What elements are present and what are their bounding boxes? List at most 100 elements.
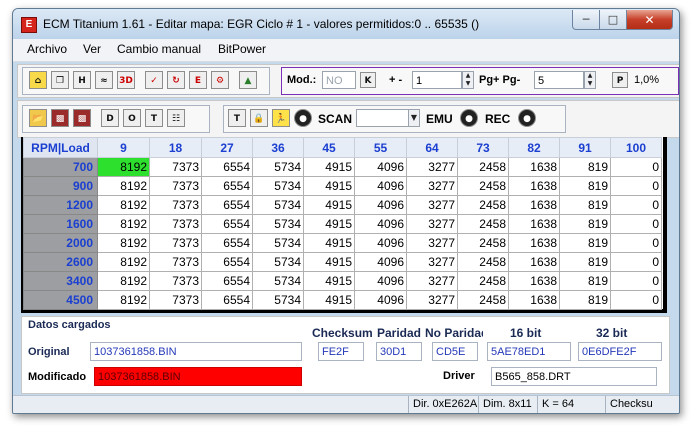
checksum-field[interactable]: FE2F <box>318 342 364 361</box>
map-cell[interactable]: 5734 <box>252 157 304 177</box>
map-cell[interactable]: 819 <box>559 176 611 196</box>
bit16-field[interactable]: 5AE78ED1 <box>487 342 571 361</box>
map-cell[interactable]: 3277 <box>406 195 458 215</box>
text-icon[interactable]: T <box>145 109 163 127</box>
map-cell[interactable]: 6554 <box>201 157 253 177</box>
map-cell[interactable]: 4915 <box>303 157 355 177</box>
map-cell[interactable]: 0 <box>610 157 662 177</box>
map-cell[interactable]: 1638 <box>508 157 560 177</box>
save-icon[interactable]: ▩ <box>51 109 69 127</box>
map-cell[interactable]: 3277 <box>406 214 458 234</box>
map-cell[interactable]: 4096 <box>354 214 407 234</box>
windows-icon[interactable]: ❐ <box>51 71 69 89</box>
mod-field[interactable]: NO <box>322 71 356 89</box>
home-icon[interactable]: ⌂ <box>29 71 47 89</box>
minimize-button[interactable]: ─ <box>572 10 600 30</box>
load-header[interactable]: 36 <box>252 137 304 158</box>
original-icon[interactable]: O <box>123 109 141 127</box>
map-cell[interactable]: 4915 <box>303 271 355 291</box>
map-cell[interactable]: 0 <box>610 176 662 196</box>
map-cell[interactable]: 819 <box>559 290 611 310</box>
map-cell[interactable]: 5734 <box>252 233 304 253</box>
menu-archivo[interactable]: Archivo <box>27 42 67 56</box>
maximize-button[interactable]: □ <box>599 10 627 30</box>
map-cell[interactable]: 6554 <box>201 195 253 215</box>
tools-icon[interactable]: ⚙ <box>211 71 229 89</box>
map-cell[interactable]: 8192 <box>97 157 150 177</box>
map-cell[interactable]: 8192 <box>97 252 150 272</box>
map-cell[interactable]: 1638 <box>508 252 560 272</box>
map-cell[interactable]: 7373 <box>149 195 202 215</box>
rpm-row-header[interactable]: 900 <box>23 176 98 196</box>
bit32-field[interactable]: 0E6DFE2F <box>578 342 662 361</box>
map-cell[interactable]: 4915 <box>303 176 355 196</box>
rpm-row-header[interactable]: 3400 <box>23 271 98 291</box>
map-cell[interactable]: 6554 <box>201 214 253 234</box>
reset-icon[interactable]: ↻ <box>167 71 185 89</box>
record-dot-icon[interactable]: ● <box>294 109 312 127</box>
map-cell[interactable]: 0 <box>610 271 662 291</box>
map-cell[interactable]: 2458 <box>457 290 509 310</box>
load-header[interactable]: 45 <box>303 137 355 158</box>
map-cell[interactable]: 8192 <box>97 233 150 253</box>
map-cell[interactable]: 4096 <box>354 290 407 310</box>
shapes-icon[interactable]: ▲ <box>239 71 257 89</box>
map-cell[interactable]: 2458 <box>457 195 509 215</box>
map-cell[interactable]: 3277 <box>406 233 458 253</box>
map-cell[interactable]: 7373 <box>149 233 202 253</box>
map-cell[interactable]: 5734 <box>252 271 304 291</box>
title-bar[interactable]: E ECM Titanium 1.61 - Editar mapa: EGR C… <box>13 9 679 39</box>
load-header[interactable]: 55 <box>354 137 407 158</box>
map-cell[interactable]: 8192 <box>97 176 150 196</box>
paridad-field[interactable]: 30D1 <box>376 342 422 361</box>
load-header[interactable]: 82 <box>508 137 560 158</box>
map-cell[interactable]: 5734 <box>252 176 304 196</box>
map-cell[interactable]: 7373 <box>149 271 202 291</box>
map-cell[interactable]: 4096 <box>354 195 407 215</box>
map-cell[interactable]: 3277 <box>406 252 458 272</box>
map-cell[interactable]: 1638 <box>508 233 560 253</box>
map-cell[interactable]: 0 <box>610 290 662 310</box>
columns-icon[interactable]: ☷ <box>167 109 185 127</box>
map-cell[interactable]: 5734 <box>252 252 304 272</box>
edit-icon[interactable]: E <box>189 71 207 89</box>
check-icon[interactable]: ✓ <box>145 71 163 89</box>
original-file-field[interactable]: 1037361858.BIN <box>90 342 302 361</box>
rpm-row-header[interactable]: 1200 <box>23 195 98 215</box>
map-cell[interactable]: 0 <box>610 214 662 234</box>
map-cell[interactable]: 7373 <box>149 157 202 177</box>
lock-icon[interactable]: 🔒 <box>250 109 268 127</box>
map-cell[interactable]: 7373 <box>149 252 202 272</box>
save-as-icon[interactable]: ▩ <box>73 109 91 127</box>
map-cell[interactable]: 8192 <box>97 195 150 215</box>
map-cell[interactable]: 0 <box>610 233 662 253</box>
map-cell[interactable]: 819 <box>559 252 611 272</box>
3d-view-icon[interactable]: 3D <box>117 71 135 89</box>
load-header[interactable]: 91 <box>559 137 611 158</box>
modificado-file-field[interactable]: 1037361858.BIN <box>94 367 302 386</box>
map-cell[interactable]: 2458 <box>457 271 509 291</box>
map-cell[interactable]: 1638 <box>508 214 560 234</box>
map-cell[interactable]: 0 <box>610 252 662 272</box>
chevron-down-icon[interactable]: ▼ <box>408 109 420 127</box>
map-cell[interactable]: 3277 <box>406 157 458 177</box>
k-button[interactable]: K <box>360 72 376 88</box>
map-cell[interactable]: 4096 <box>354 176 407 196</box>
graph-icon[interactable]: ≈ <box>95 71 113 89</box>
rpm-row-header[interactable]: 4500 <box>23 290 98 310</box>
dump-icon[interactable]: D <box>101 109 119 127</box>
load-header[interactable]: 100 <box>610 137 662 158</box>
map-cell[interactable]: 5734 <box>252 214 304 234</box>
map-cell[interactable]: 819 <box>559 157 611 177</box>
menu-bitpower[interactable]: BitPower <box>218 42 266 56</box>
driver-field[interactable]: B565_858.DRT <box>491 367 657 386</box>
map-cell[interactable]: 8192 <box>97 214 150 234</box>
map-cell[interactable]: 1638 <box>508 271 560 291</box>
load-header[interactable]: 73 <box>457 137 509 158</box>
map-cell[interactable]: 3277 <box>406 271 458 291</box>
map-cell[interactable]: 6554 <box>201 271 253 291</box>
map-cell[interactable]: 1638 <box>508 290 560 310</box>
map-cell[interactable]: 4096 <box>354 157 407 177</box>
map-cell[interactable]: 819 <box>559 214 611 234</box>
map-cell[interactable]: 4915 <box>303 290 355 310</box>
